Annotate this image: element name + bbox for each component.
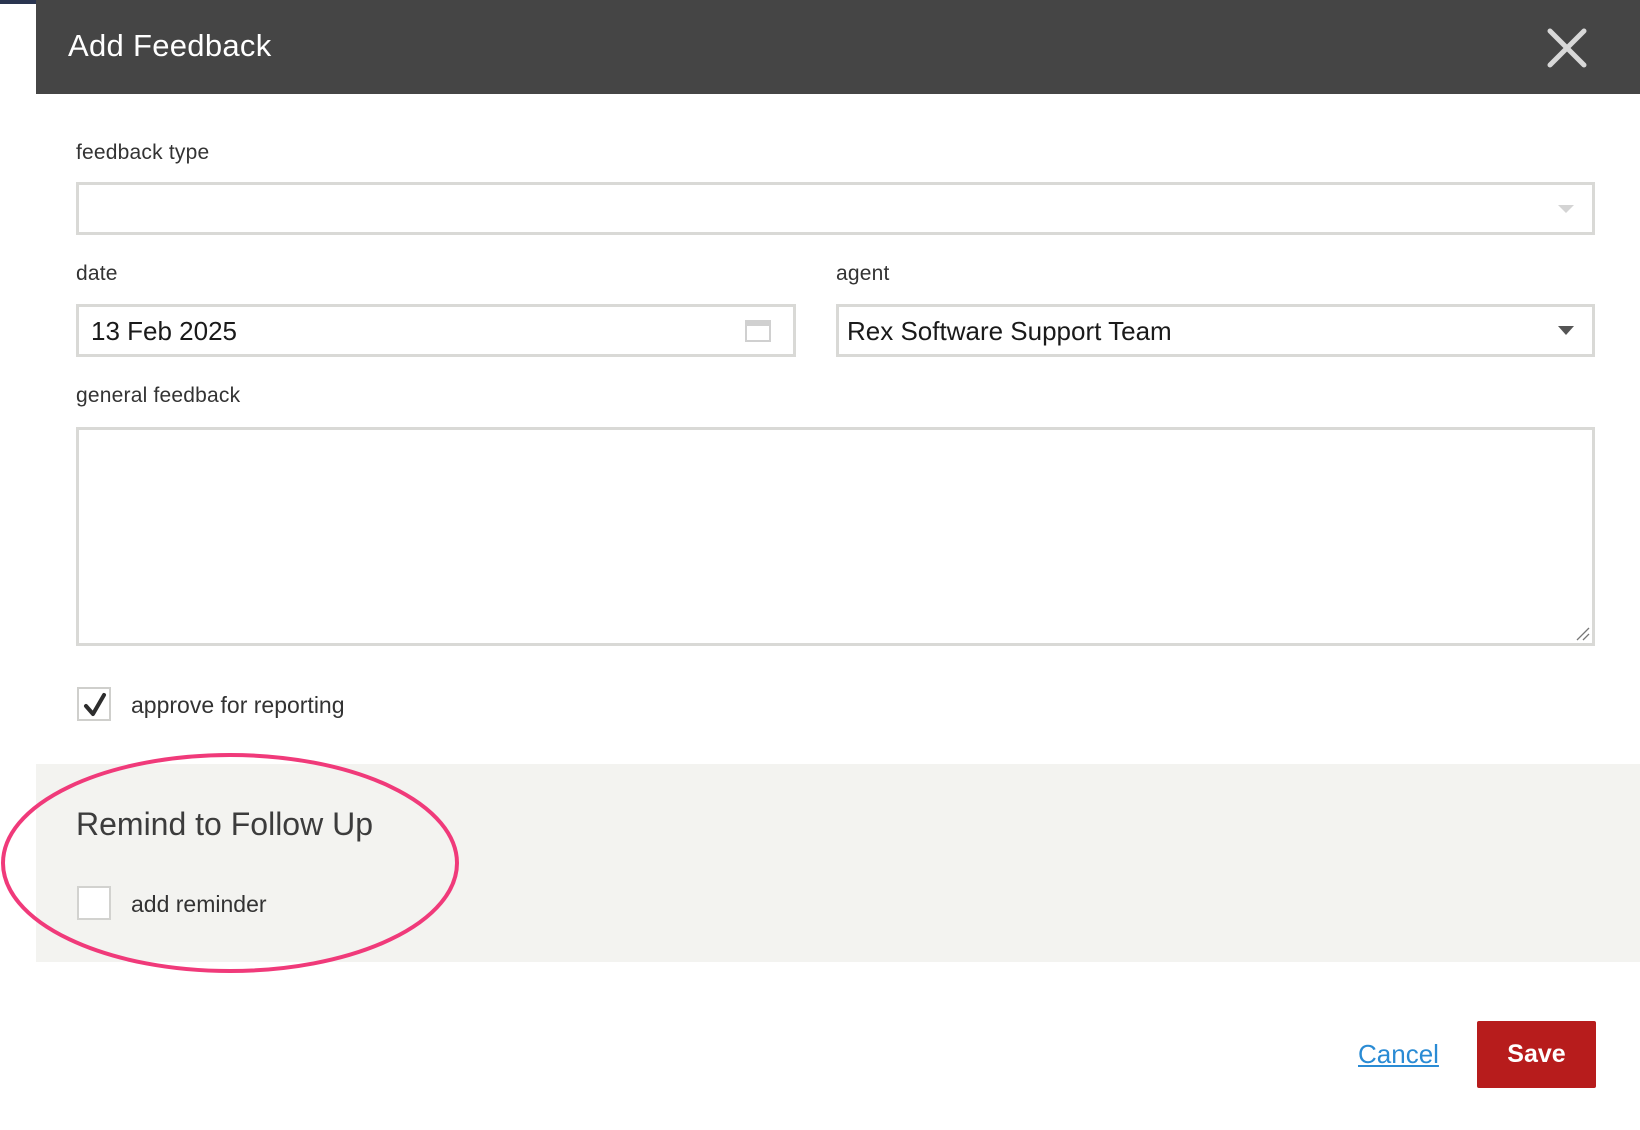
resize-handle-icon[interactable]: [1574, 625, 1590, 641]
chevron-down-icon: [1558, 326, 1574, 335]
reminder-section: Remind to Follow Up add reminder: [36, 764, 1640, 962]
reminder-title: Remind to Follow Up: [76, 806, 373, 842]
add-feedback-dialog: Add Feedback feedback type date 13 Feb 2…: [36, 0, 1640, 1130]
dialog-title: Add Feedback: [68, 28, 272, 63]
feedback-type-select[interactable]: [76, 182, 1595, 235]
save-button[interactable]: Save: [1477, 1021, 1596, 1088]
agent-select[interactable]: Rex Software Support Team: [836, 304, 1595, 357]
calendar-icon[interactable]: [745, 320, 771, 342]
date-field[interactable]: 13 Feb 2025: [76, 304, 796, 357]
dialog-header: Add Feedback: [36, 0, 1640, 94]
close-icon[interactable]: [1546, 27, 1588, 69]
approve-for-reporting-label: approve for reporting: [131, 692, 345, 718]
chevron-down-icon: [1558, 205, 1574, 213]
general-feedback-textarea[interactable]: [76, 427, 1595, 646]
add-reminder-checkbox[interactable]: [77, 886, 111, 920]
agent-value: Rex Software Support Team: [847, 316, 1172, 346]
general-feedback-label: general feedback: [76, 384, 241, 407]
feedback-type-label: feedback type: [76, 141, 210, 164]
checkmark-icon: [84, 693, 106, 716]
add-reminder-label: add reminder: [131, 891, 267, 917]
approve-for-reporting-checkbox[interactable]: [77, 687, 111, 721]
cancel-link[interactable]: Cancel: [1358, 1039, 1439, 1070]
agent-label: agent: [836, 262, 890, 285]
date-label: date: [76, 262, 118, 285]
date-value: 13 Feb 2025: [91, 316, 238, 346]
